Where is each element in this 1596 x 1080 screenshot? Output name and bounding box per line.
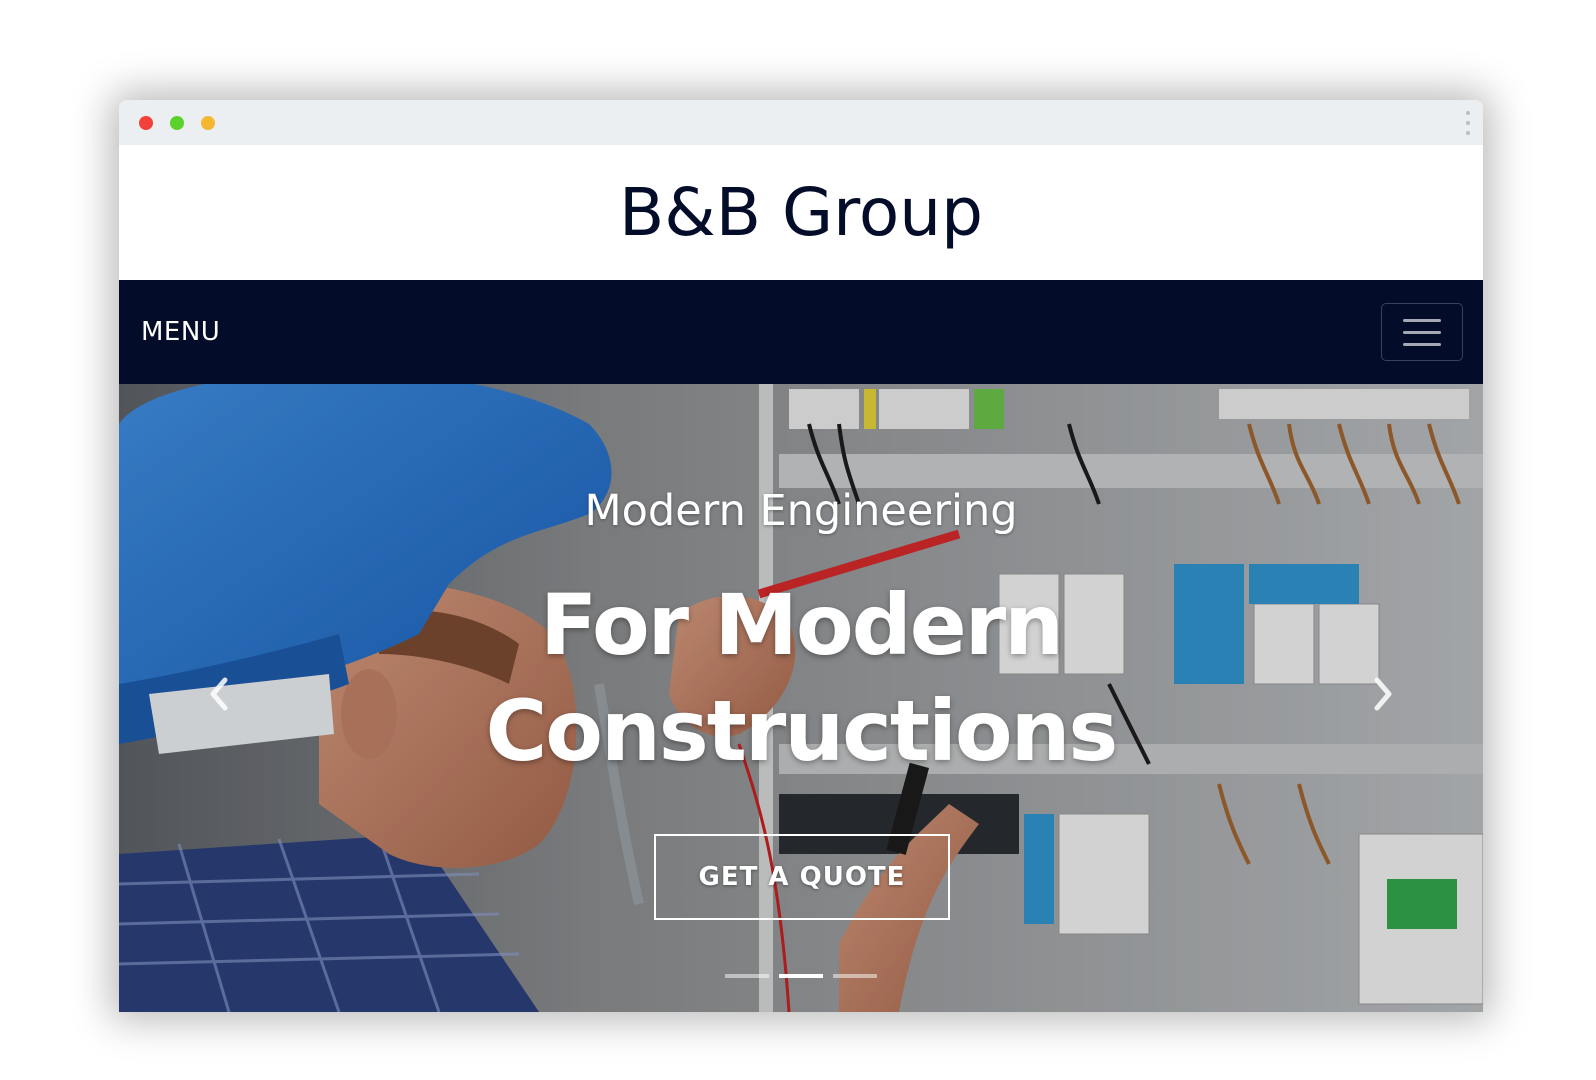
minimize-window-dot[interactable] — [170, 116, 184, 130]
window-titlebar — [119, 100, 1483, 145]
carousel-indicators — [119, 974, 1483, 978]
carousel-indicator-2[interactable] — [779, 974, 823, 978]
hamburger-icon — [1403, 318, 1441, 322]
hero-heading-line2: Constructions — [485, 682, 1119, 780]
carousel-indicator-3[interactable] — [833, 974, 877, 978]
site-header: B&B Group — [119, 145, 1483, 280]
close-window-dot[interactable] — [139, 116, 153, 130]
hero-carousel: Modern Engineering For Modern Constructi… — [119, 384, 1483, 1012]
maximize-window-dot[interactable] — [201, 116, 215, 130]
chevron-left-icon — [210, 677, 228, 711]
menu-label[interactable]: MENU — [141, 317, 220, 347]
carousel-prev-button[interactable] — [199, 674, 239, 714]
hero-subheading: Modern Engineering — [584, 486, 1018, 536]
main-navbar: MENU — [119, 280, 1483, 384]
brand-title[interactable]: B&B Group — [619, 179, 983, 246]
get-a-quote-button[interactable]: GET A QUOTE — [654, 834, 950, 920]
hamburger-menu-button[interactable] — [1381, 303, 1463, 361]
hero-heading: For Modern Constructions — [119, 572, 1483, 784]
kebab-menu-icon[interactable] — [1465, 111, 1471, 135]
chevron-right-icon — [1374, 677, 1392, 711]
hero-heading-line1: For Modern — [540, 576, 1064, 674]
browser-window: B&B Group MENU Modern Engineering For Mo… — [119, 100, 1483, 1012]
carousel-next-button[interactable] — [1363, 674, 1403, 714]
carousel-indicator-1[interactable] — [725, 974, 769, 978]
